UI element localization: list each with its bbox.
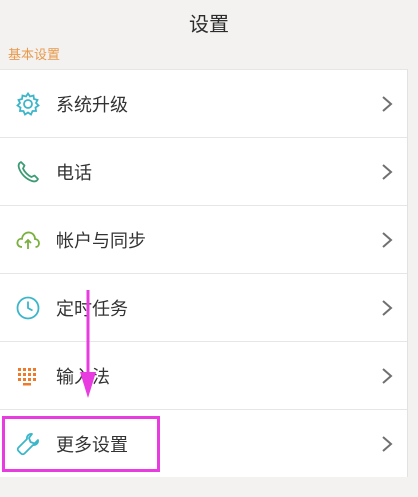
chevron-right-icon xyxy=(382,164,393,180)
phone-icon xyxy=(17,161,39,183)
chevron-right-icon xyxy=(382,368,393,384)
clock-icon xyxy=(16,296,40,320)
chevron-right-icon xyxy=(382,436,393,452)
page-title: 设置 xyxy=(189,12,229,36)
settings-item-label: 帐户与同步 xyxy=(56,230,146,252)
settings-item-accounts-sync[interactable]: 帐户与同步 xyxy=(0,205,407,273)
annotation-arrow xyxy=(80,290,96,398)
settings-item-phone[interactable]: 电话 xyxy=(0,137,407,205)
section-header: 基本设置 xyxy=(8,48,61,63)
chevron-right-icon xyxy=(382,300,393,316)
settings-item-label: 系统升级 xyxy=(56,94,128,116)
gear-icon xyxy=(16,91,40,116)
settings-item-scheduled-tasks[interactable]: 定时任务 xyxy=(0,273,407,341)
cloud-sync-icon xyxy=(16,231,40,249)
settings-item-label: 电话 xyxy=(56,162,92,184)
chevron-right-icon xyxy=(382,232,393,248)
keyboard-icon xyxy=(18,368,36,386)
chevron-right-icon xyxy=(382,96,393,112)
settings-item-system-upgrade[interactable]: 系统升级 xyxy=(0,69,407,137)
top-bar: 设置 xyxy=(0,0,418,45)
settings-item-input-method[interactable]: 输入法 xyxy=(0,341,407,409)
annotation-highlight-box xyxy=(2,416,160,472)
